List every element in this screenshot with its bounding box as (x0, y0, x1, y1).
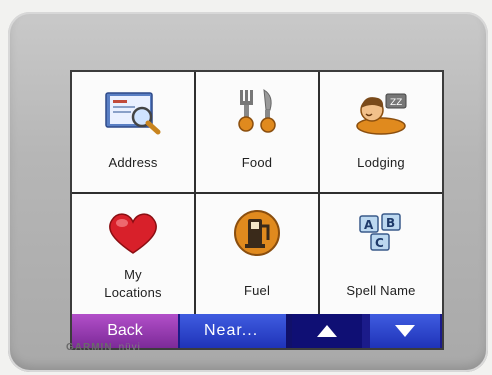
sleeping-person-icon: ZZ (350, 86, 412, 136)
model-name: nüvi (118, 342, 141, 353)
letter-blocks-icon: A B C (350, 208, 412, 258)
fuel-pump-icon (226, 208, 288, 258)
svg-text:A: A (364, 218, 374, 232)
tile-lodging[interactable]: ZZ Lodging (320, 72, 442, 192)
up-arrow-icon (317, 325, 337, 337)
address-book-icon (102, 86, 164, 136)
tile-food-label: Food (241, 155, 273, 170)
tile-address[interactable]: Address (72, 72, 194, 192)
fork-knife-icon (226, 86, 288, 136)
tile-fuel[interactable]: Fuel (196, 194, 318, 314)
scroll-down-button[interactable] (370, 314, 440, 348)
down-arrow-icon (395, 325, 415, 337)
heart-icon (102, 208, 164, 258)
tile-spell-name[interactable]: A B C Spell Name (320, 194, 442, 314)
svg-text:C: C (375, 236, 384, 250)
main-menu-grid: Address Food ZZ Lodging My Locations Fue… (72, 72, 442, 314)
brand-name: GARMIN (66, 342, 113, 353)
tile-fuel-label: Fuel (243, 283, 271, 298)
tile-spell-name-label: Spell Name (346, 283, 416, 298)
gps-device-bezel: Address Food ZZ Lodging My Locations Fue… (8, 12, 488, 372)
touch-screen: Address Food ZZ Lodging My Locations Fue… (70, 70, 444, 350)
svg-text:B: B (386, 216, 395, 230)
tile-lodging-label: Lodging (357, 155, 405, 170)
device-brand-logo: GARMIN nüvi (66, 342, 141, 353)
near-button[interactable]: Near... (180, 314, 286, 348)
tile-my-locations-label: My Locations (104, 267, 162, 300)
scroll-up-button[interactable] (292, 314, 362, 348)
tile-food[interactable]: Food (196, 72, 318, 192)
svg-text:ZZ: ZZ (390, 98, 402, 108)
tile-address-label: Address (108, 155, 158, 170)
tile-my-locations[interactable]: My Locations (72, 194, 194, 314)
